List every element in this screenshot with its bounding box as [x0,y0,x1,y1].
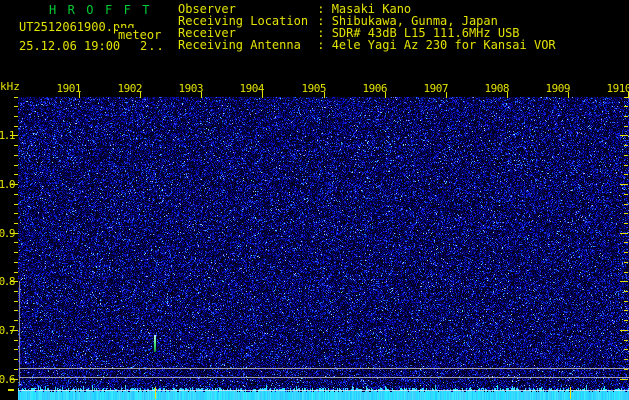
x-axis-tick [507,92,508,98]
x-axis-label: 1910 [606,82,629,95]
x-axis-tick [79,92,80,98]
y-axis-tick-left [14,242,18,243]
x-axis-label: 1907 [423,82,449,95]
y-axis-tick-right [624,213,628,214]
reference-line-upper [19,368,629,369]
x-axis-label: 1908 [484,82,510,95]
y-axis-tick-right [624,359,628,360]
y-axis-tick-right [624,174,628,175]
y-axis-tick-left [14,252,18,253]
signal-level-strip-canvas [18,385,629,400]
y-axis-tick-right [620,281,628,282]
y-axis-tick-right [624,145,628,146]
y-axis-tick-right [624,116,628,117]
y-axis-tick-left [14,262,18,263]
y-axis-tick-left [14,174,18,175]
y-axis-tick-right [624,242,628,243]
y-axis-tick-right [624,301,628,302]
y-axis-tick-right [620,330,628,331]
y-axis-tick-right [624,369,628,370]
y-axis-tick-left [14,97,18,98]
y-axis-label: 1.1 [0,129,16,142]
y-axis-tick-right [624,155,628,156]
y-axis-tick-right [624,106,628,107]
y-axis-tick-left [14,310,18,311]
x-axis-label: 1904 [239,82,265,95]
y-axis-tick-left [14,165,18,166]
plot-left-border-line [19,281,20,385]
x-axis-tick [568,92,569,98]
y-axis-tick-left [14,301,18,302]
y-axis-tick-left [14,340,18,341]
y-axis-tick-right [624,223,628,224]
x-axis-tick [262,92,263,98]
y-axis-tick-right [624,340,628,341]
y-axis-tick-right [624,272,628,273]
y-axis-label: 0.8 [0,275,16,288]
y-axis-tick-left [14,359,18,360]
x-axis-tick [446,92,447,98]
y-axis-tick-left [14,349,18,350]
spectrogram-canvas [18,97,629,385]
y-axis-tick-right [624,194,628,195]
meteor-echo-streak [154,335,156,352]
y-axis-tick-left [14,145,18,146]
x-axis-label: 1901 [56,82,82,95]
x-axis-label: 1902 [117,82,143,95]
y-axis-tick-left [14,155,18,156]
y-axis-label: 0.6 [0,373,16,386]
y-axis-tick-right [620,184,628,185]
x-axis-label: 1905 [301,82,327,95]
x-axis-label: 1906 [362,82,388,95]
detection-marker [570,387,571,399]
y-axis-tick-left [14,320,18,321]
info-value: 4ele Yagi Az 230 for Kansai VOR [331,38,556,52]
y-axis-tick-left [14,213,18,214]
detection-marker [155,387,156,399]
strip-axis-tick [8,389,14,391]
y-axis-tick-left [14,291,18,292]
y-axis-tick-left [14,126,18,127]
y-axis-tick-right [624,252,628,253]
y-axis-label: 1.0 [0,178,16,191]
y-axis-label: 0.9 [0,227,16,240]
y-axis-tick-left [14,369,18,370]
info-label: Receiving Antenna [178,38,301,52]
y-axis-tick-left [14,272,18,273]
y-axis-tick-left [14,106,18,107]
y-axis-unit-label: kHz [0,80,20,93]
y-axis-tick-right [624,97,628,98]
y-axis-tick-left [14,116,18,117]
y-axis-tick-left [14,204,18,205]
x-axis-tick [140,92,141,98]
y-axis-tick-right [624,262,628,263]
capture-datetime: 25.12.06 19:00 [19,39,121,53]
y-axis-tick-right [624,320,628,321]
info-separator: : [310,38,332,52]
y-axis-tick-right [620,379,628,380]
x-axis-tick [201,92,202,98]
y-axis-tick-right [624,349,628,350]
y-axis-tick-right [624,126,628,127]
hrofft-screen: H R O F F T UT2512061900.png meteor 25.1… [0,0,629,400]
y-axis-tick-right [624,204,628,205]
x-axis-tick [385,92,386,98]
observer-info-table: Observer : Masaki Kano Receiving Location… [178,3,556,51]
y-axis-tick-left [14,223,18,224]
y-axis-tick-right [624,165,628,166]
y-axis-label: 0.7 [0,324,16,337]
x-axis-label: 1909 [545,82,571,95]
info-row-3: Receiving Antenna : 4ele Yagi Az 230 for… [178,39,556,51]
app-title: H R O F F T [49,3,152,17]
y-axis-tick-right [624,291,628,292]
y-axis-tick-right [620,233,628,234]
y-axis-tick-left [14,194,18,195]
x-axis-tick [324,92,325,98]
y-axis-tick-right [620,135,628,136]
reference-line-lower [19,377,629,378]
echo-counter: 2.. [140,39,165,53]
x-axis-label: 1903 [178,82,204,95]
y-axis-tick-right [624,310,628,311]
